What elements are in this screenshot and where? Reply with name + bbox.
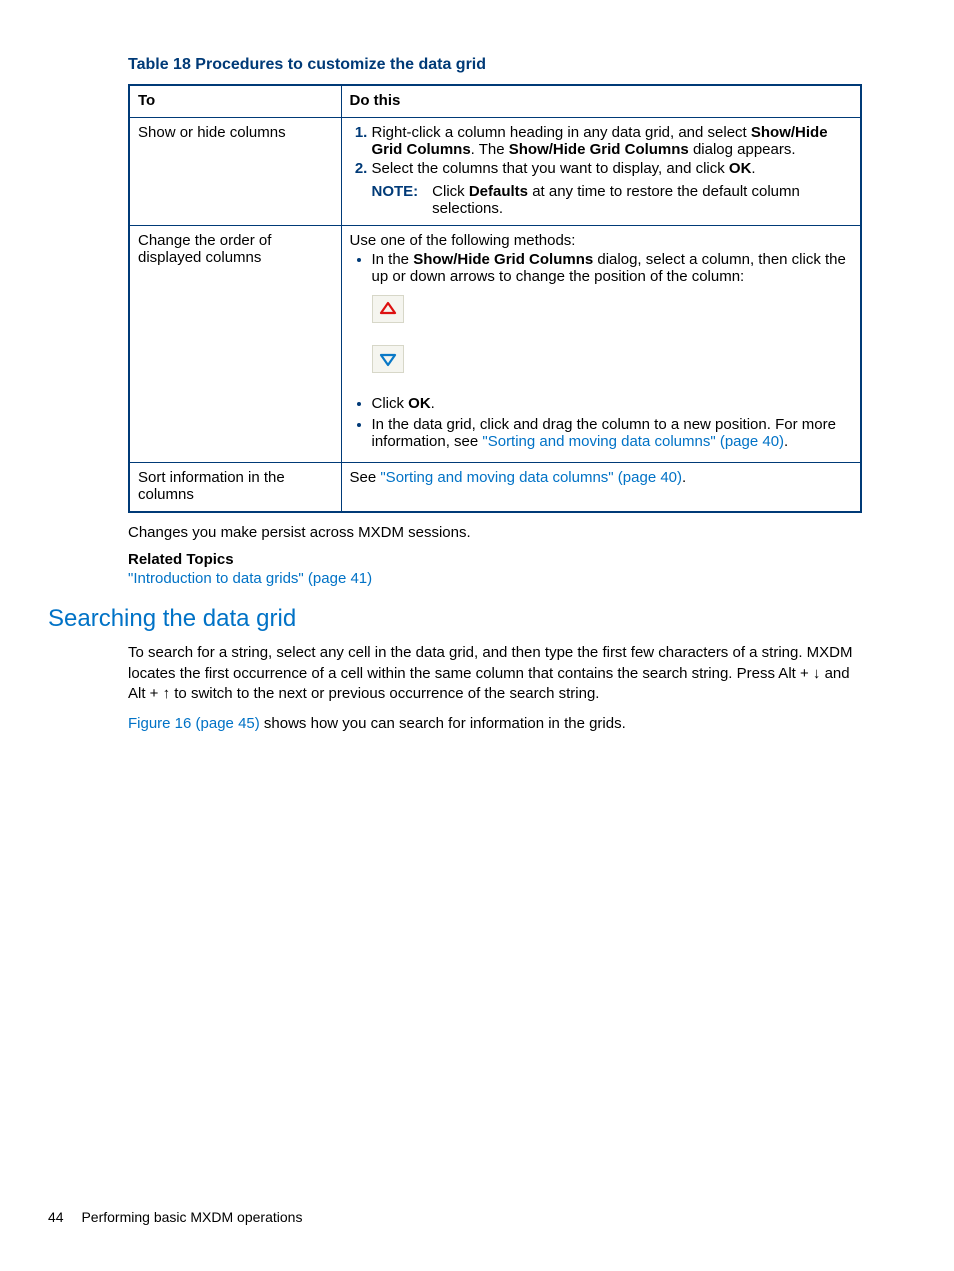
text: Click — [372, 395, 409, 412]
cell-to: Change the order of displayed columns — [129, 226, 341, 463]
text: Select the columns that you want to disp… — [372, 160, 729, 177]
bold-term: Defaults — [469, 183, 528, 200]
table-row: Sort information in the columns See "Sor… — [129, 463, 861, 513]
col-header-to: To — [129, 85, 341, 118]
table-row: Show or hide columns Right-click a colum… — [129, 118, 861, 226]
table-header-row: To Do this — [129, 85, 861, 118]
chapter-title: Performing basic MXDM operations — [81, 1209, 302, 1225]
bold-term: OK — [408, 395, 431, 412]
cell-to: Sort information in the columns — [129, 463, 341, 513]
text: dialog appears. — [689, 141, 796, 158]
move-up-icon — [372, 295, 404, 323]
bold-term: Show/Hide Grid Columns — [413, 251, 593, 268]
cell-do: See "Sorting and moving data columns" (p… — [341, 463, 861, 513]
section-heading: Searching the data grid — [48, 605, 894, 633]
bullet-item: Click OK. — [372, 395, 853, 412]
section-para: To search for a string, select any cell … — [128, 643, 860, 704]
move-down-icon — [372, 345, 404, 373]
bold-term: OK — [729, 160, 752, 177]
bullet-item: In the data grid, click and drag the col… — [372, 416, 853, 450]
text: See — [350, 469, 381, 486]
cell-do: Right-click a column heading in any data… — [341, 118, 861, 226]
page-number: 44 — [48, 1209, 64, 1225]
page-footer: 44 Performing basic MXDM operations — [48, 1209, 302, 1225]
note-text: Click Defaults at any time to restore th… — [432, 183, 852, 217]
table-caption: Table 18 Procedures to customize the dat… — [128, 56, 894, 74]
persistence-note: Changes you make persist across MXDM ses… — [128, 523, 860, 543]
col-header-do: Do this — [341, 85, 861, 118]
step-item: Select the columns that you want to disp… — [372, 160, 853, 177]
text: In the — [372, 251, 414, 268]
related-topics-heading: Related Topics — [128, 551, 894, 568]
text: Right-click a column heading in any data… — [372, 124, 751, 141]
note-block: NOTE: Click Defaults at any time to rest… — [350, 183, 853, 217]
cell-to: Show or hide columns — [129, 118, 341, 226]
text: shows how you can search for information… — [260, 715, 626, 732]
figure-ref-link[interactable]: Figure 16 (page 45) — [128, 715, 260, 732]
bold-term: Show/Hide Grid Columns — [509, 141, 689, 158]
section-para: Figure 16 (page 45) shows how you can se… — [128, 714, 860, 734]
text: . — [751, 160, 755, 177]
intro-text: Use one of the following methods: — [350, 232, 853, 249]
cell-do: Use one of the following methods: In the… — [341, 226, 861, 463]
procedures-table: To Do this Show or hide columns Right-cl… — [128, 84, 862, 513]
note-label: NOTE: — [372, 183, 419, 217]
text: . — [784, 433, 788, 450]
table-row: Change the order of displayed columns Us… — [129, 226, 861, 463]
text: Click — [432, 183, 469, 200]
cross-ref-link[interactable]: "Sorting and moving data columns" (page … — [380, 469, 682, 486]
text: . — [682, 469, 686, 486]
arrow-buttons-graphic — [372, 295, 853, 373]
bullet-item: In the Show/Hide Grid Columns dialog, se… — [372, 251, 853, 373]
step-item: Right-click a column heading in any data… — [372, 124, 853, 158]
related-topic-link[interactable]: "Introduction to data grids" (page 41) — [128, 570, 372, 587]
cross-ref-link[interactable]: "Sorting and moving data columns" (page … — [482, 433, 784, 450]
text: . The — [471, 141, 509, 158]
text: . — [431, 395, 435, 412]
